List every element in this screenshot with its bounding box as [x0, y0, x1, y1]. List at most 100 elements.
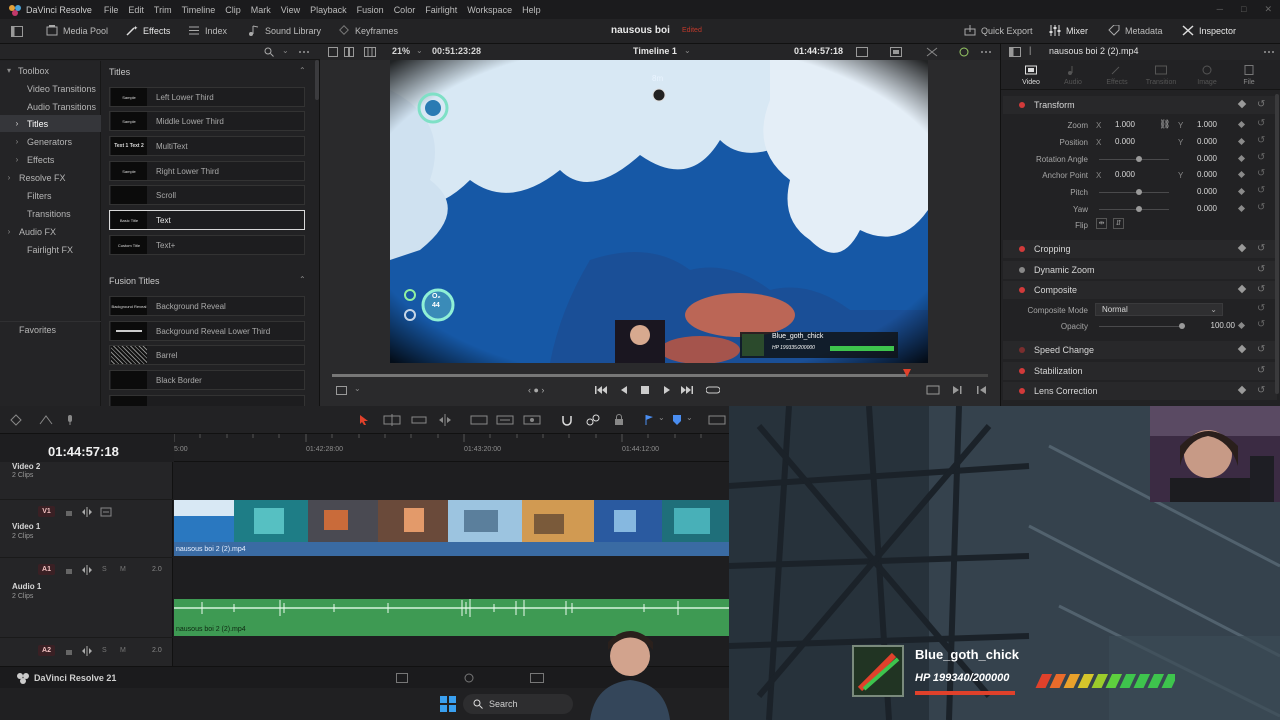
- reset-icon[interactable]: ↺: [1257, 168, 1265, 179]
- loop-icon[interactable]: [706, 385, 720, 395]
- reset-icon[interactable]: ↺: [1257, 344, 1265, 355]
- tab-video[interactable]: Video: [1009, 65, 1053, 86]
- track-badge-a1[interactable]: A1: [38, 564, 55, 575]
- reset-icon[interactable]: ↺: [1257, 243, 1265, 254]
- trim-edit-icon[interactable]: [383, 414, 401, 426]
- taskbar-search[interactable]: Search: [463, 694, 573, 714]
- reset-icon[interactable]: ↺: [1257, 264, 1265, 275]
- lens-correction-section-header[interactable]: Lens Correction ↺: [1003, 382, 1277, 400]
- track-volume[interactable]: 2.0: [152, 647, 162, 654]
- snap-magnet-icon[interactable]: [560, 414, 574, 426]
- mute-button[interactable]: M: [120, 566, 126, 573]
- marker-chevron-icon[interactable]: ⌄: [686, 413, 693, 422]
- rotation-slider[interactable]: [1099, 159, 1169, 160]
- match-frame-icon[interactable]: [926, 385, 940, 395]
- reset-icon[interactable]: ↺: [1257, 99, 1265, 110]
- inspector-scrollbar[interactable]: [1275, 94, 1279, 394]
- menu-view[interactable]: View: [281, 5, 300, 15]
- marker-icon[interactable]: [672, 414, 682, 426]
- panel-toggle-icon[interactable]: [11, 26, 23, 37]
- flag-chevron-icon[interactable]: ⌄: [658, 413, 665, 422]
- flip-horizontal-icon[interactable]: ⇹: [1096, 218, 1107, 229]
- reset-icon[interactable]: ↺: [1257, 365, 1265, 376]
- position-y-value[interactable]: 0.000: [1177, 137, 1217, 146]
- keyframe-diamond-icon[interactable]: [1237, 344, 1247, 354]
- cropping-section-header[interactable]: Cropping ↺: [1003, 240, 1277, 258]
- video-clip[interactable]: nausous boi 2 (2).mp4: [174, 500, 729, 556]
- dynamic-zoom-section-header[interactable]: Dynamic Zoom ↺: [1003, 261, 1277, 279]
- snapping-icon[interactable]: [38, 414, 54, 426]
- dynamic-trim-icon[interactable]: [411, 414, 427, 426]
- tree-item-titles[interactable]: › Titles: [0, 115, 101, 132]
- track-header-video-2[interactable]: Video 2 2 Clips: [0, 462, 173, 500]
- play-reverse-icon[interactable]: [619, 385, 629, 395]
- track-header-video-1[interactable]: V1 Video 1 2 Clips: [0, 502, 173, 558]
- flip-vertical-icon[interactable]: ⇵: [1113, 218, 1124, 229]
- timeline-view-options-icon[interactable]: [10, 414, 26, 426]
- slider-knob[interactable]: [1136, 156, 1142, 162]
- fusion-title-item[interactable]: Black Border: [109, 370, 305, 390]
- transform-section-header[interactable]: Transform ↺: [1003, 96, 1277, 114]
- keyframes-button[interactable]: Keyframes: [338, 25, 398, 36]
- menu-file[interactable]: File: [104, 5, 119, 15]
- keyframe-diamond-icon[interactable]: [1237, 120, 1246, 129]
- track-lock-icon[interactable]: [64, 566, 74, 574]
- menu-help[interactable]: Help: [522, 5, 541, 15]
- mixer-button[interactable]: Mixer: [1049, 25, 1088, 36]
- auto-select-icon[interactable]: [81, 507, 93, 517]
- title-item[interactable]: Sample Right Lower Third: [109, 161, 305, 181]
- zoom-x-value[interactable]: 1.000: [1095, 120, 1135, 129]
- title-item[interactable]: Text 1 Text 2 MultiText: [109, 136, 305, 156]
- enable-toggle-icon[interactable]: [1019, 267, 1025, 273]
- menu-trim[interactable]: Trim: [154, 5, 172, 15]
- more-options-icon[interactable]: [980, 47, 992, 57]
- video-frame[interactable]: 8m O₂ 44 Blue_goth_chick HP 199335/20000…: [390, 60, 928, 363]
- tab-image[interactable]: Image: [1185, 65, 1229, 86]
- keyframe-diamond-icon[interactable]: [1237, 99, 1247, 109]
- more-options-icon[interactable]: [1263, 47, 1275, 57]
- fusion-title-item[interactable]: Background Reveal Lower Third: [109, 321, 305, 341]
- keyframe-diamond-icon[interactable]: [1237, 284, 1247, 294]
- menu-color[interactable]: Color: [394, 5, 416, 15]
- enable-toggle-icon[interactable]: [1019, 347, 1025, 353]
- lock-icon[interactable]: [613, 414, 625, 426]
- reset-icon[interactable]: ↺: [1257, 135, 1265, 146]
- inspector-button[interactable]: Inspector: [1182, 25, 1236, 36]
- slider-knob[interactable]: [1136, 206, 1142, 212]
- menu-playback[interactable]: Playback: [310, 5, 347, 15]
- enable-toggle-icon[interactable]: [1019, 287, 1025, 293]
- reset-icon[interactable]: ↺: [1257, 202, 1265, 213]
- fusion-title-item[interactable]: [109, 395, 305, 406]
- minimize-icon[interactable]: ─: [1217, 4, 1223, 15]
- aspect-chevron-icon[interactable]: ⌄: [354, 384, 361, 393]
- keyframe-diamond-icon[interactable]: [1237, 137, 1246, 146]
- anchor-x-value[interactable]: 0.000: [1095, 170, 1135, 179]
- title-item[interactable]: Scroll: [109, 185, 305, 205]
- quick-export-button[interactable]: Quick Export: [964, 25, 1033, 36]
- opacity-value[interactable]: 100.00: [1183, 321, 1235, 330]
- stop-icon[interactable]: [640, 385, 650, 395]
- stabilization-section-header[interactable]: Stabilization ↺: [1003, 362, 1277, 380]
- grid-icon[interactable]: [364, 47, 376, 57]
- fusion-title-item[interactable]: Background Reveal Background Reveal: [109, 296, 305, 316]
- tab-file[interactable]: File: [1227, 65, 1271, 86]
- track-visibility-icon[interactable]: [100, 507, 112, 517]
- skip-to-end-icon[interactable]: [680, 385, 694, 395]
- windows-start-icon[interactable]: [440, 696, 456, 712]
- tab-audio[interactable]: Audio: [1051, 65, 1095, 86]
- track-lock-icon[interactable]: [64, 508, 74, 516]
- insert-clip-icon[interactable]: [470, 414, 488, 426]
- reset-icon[interactable]: ↺: [1257, 319, 1265, 330]
- keyframe-diamond-icon[interactable]: [1237, 187, 1246, 196]
- keyframe-diamond-icon[interactable]: [1237, 170, 1246, 179]
- slider-knob[interactable]: [1136, 189, 1142, 195]
- tree-item-audio-transitions[interactable]: Audio Transitions: [0, 98, 101, 115]
- mute-button[interactable]: M: [120, 647, 126, 654]
- menu-edit[interactable]: Edit: [128, 5, 144, 15]
- options-menu-icon[interactable]: [298, 47, 310, 57]
- search-icon[interactable]: [264, 47, 274, 57]
- effects-button[interactable]: ✦ Effects: [126, 25, 170, 36]
- keyframe-diamond-icon[interactable]: [1237, 154, 1246, 163]
- link-chain-icon[interactable]: [586, 414, 600, 426]
- reset-icon[interactable]: ↺: [1257, 303, 1265, 314]
